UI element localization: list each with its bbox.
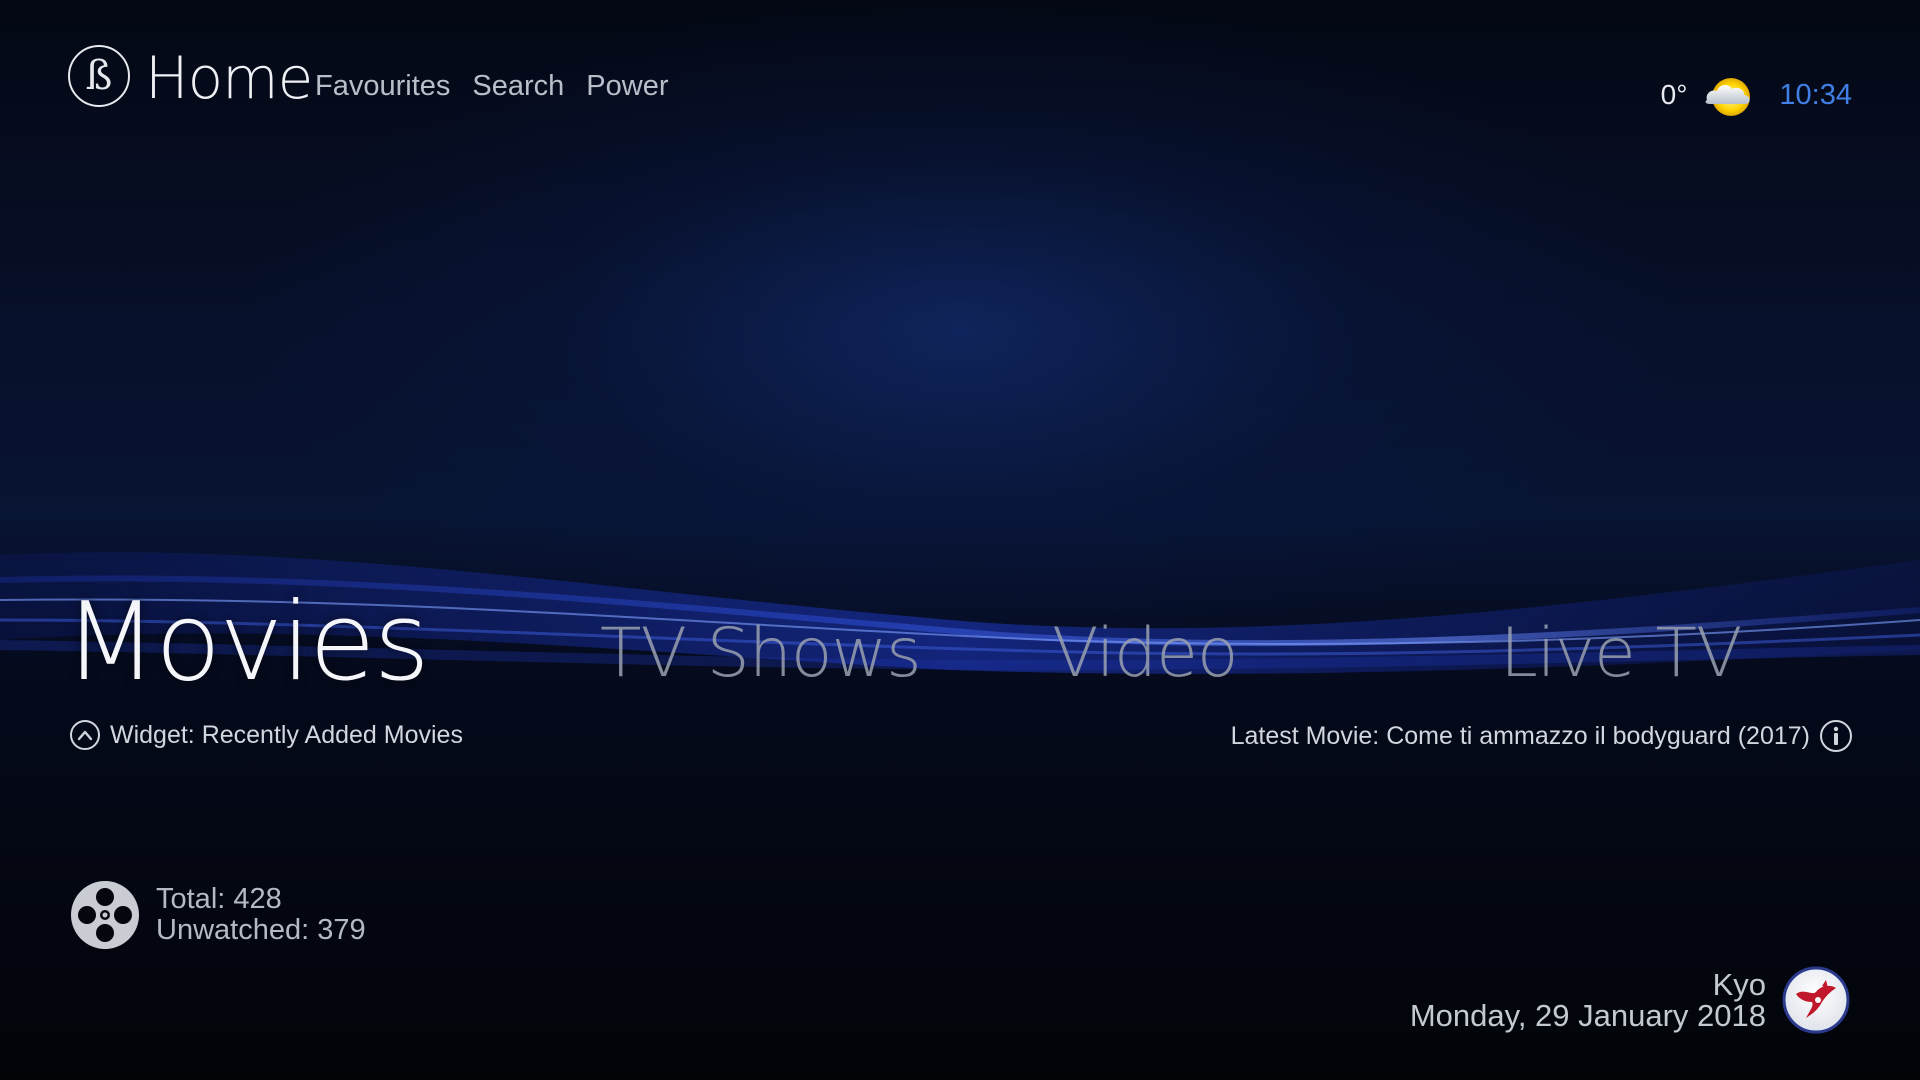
main-menu: Movies TV Shows Video Live TV (0, 580, 1920, 705)
current-date: Monday, 29 January 2018 (1409, 998, 1766, 1033)
menu-item-live-tv[interactable]: Live TV (1500, 614, 1743, 693)
stats-total: Total: 428 (156, 883, 282, 915)
nav-search[interactable]: Search (472, 70, 564, 103)
nav-power[interactable]: Power (586, 70, 668, 103)
widget-hint-label: Widget: Recently Added Movies (110, 720, 463, 749)
partly-cloudy-icon (1705, 78, 1751, 116)
stats-unwatched: Unwatched: 379 (156, 914, 366, 946)
film-reel-icon (71, 881, 139, 949)
menu-item-video[interactable]: Video (1052, 614, 1239, 693)
logo-glyph: ß (85, 53, 113, 99)
chevron-up-circle-icon (70, 720, 100, 750)
info-icon[interactable] (1820, 720, 1852, 752)
temperature: 0° (1660, 79, 1688, 110)
profile-username: Kyo (1712, 967, 1766, 1002)
home-screen: ß Home Favourites Search Power 0° 10:34 … (0, 0, 1920, 1080)
library-stats: Total: 428 Unwatched: 379 (70, 880, 366, 950)
menu-item-tv-shows[interactable]: TV Shows (600, 614, 922, 693)
status-area: 0° 10:34 (1661, 70, 1852, 120)
user-avatar-icon[interactable] (1782, 966, 1850, 1034)
latest-movie-label: Latest Movie: Come ti ammazzo il bodygua… (1230, 721, 1810, 750)
app-logo: ß (68, 45, 130, 107)
menu-item-movies[interactable]: Movies (64, 580, 430, 705)
latest-movie[interactable]: Latest Movie: Come ti ammazzo il bodygua… (1231, 720, 1852, 752)
top-nav: Favourites Search Power (315, 70, 668, 103)
user-profile[interactable]: Kyo Monday, 29 January 2018 (1410, 966, 1850, 1034)
nav-favourites[interactable]: Favourites (315, 70, 450, 103)
page-title: Home (145, 44, 313, 112)
widget-hint[interactable]: Widget: Recently Added Movies (70, 720, 463, 750)
clock: 10:34 (1779, 78, 1852, 111)
